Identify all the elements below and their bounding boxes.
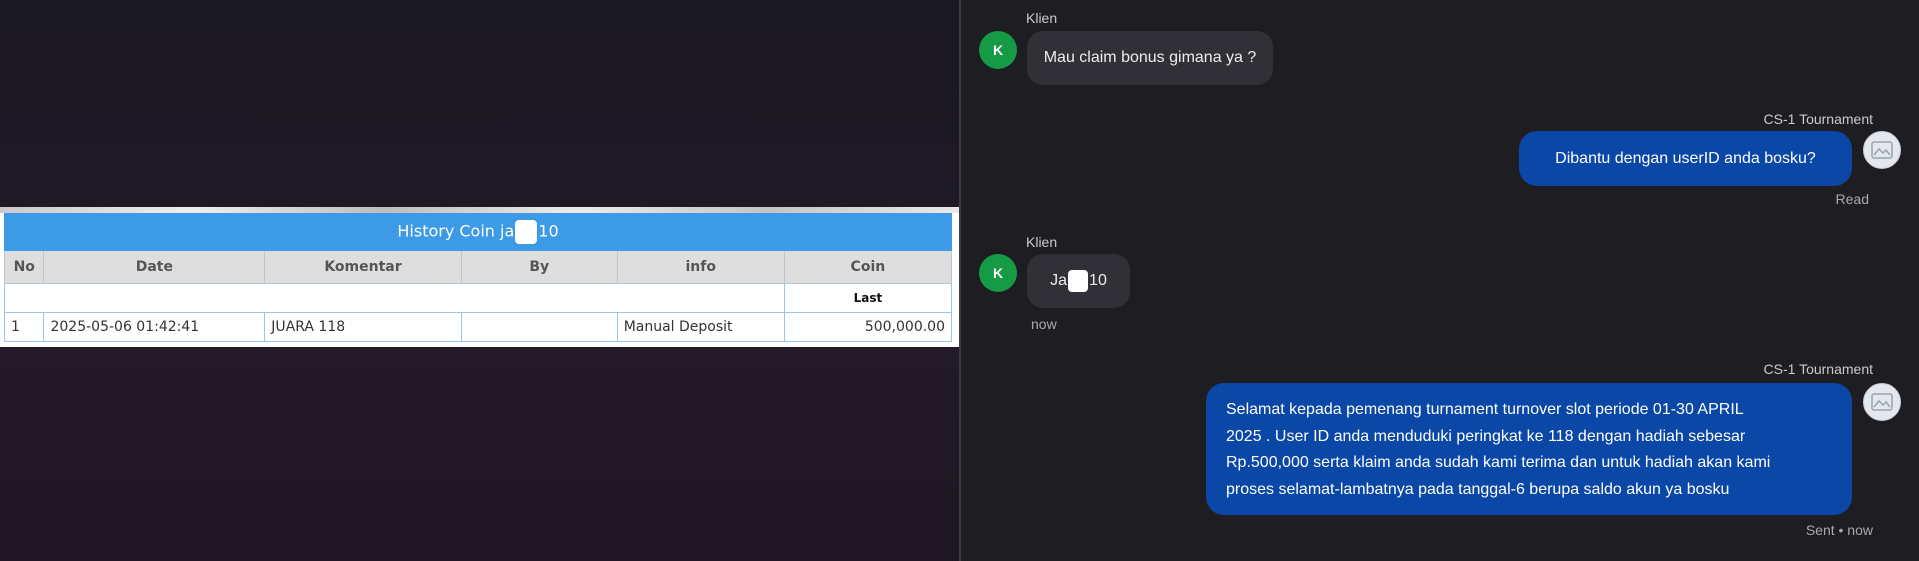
- message-status: Sent • now: [1805, 522, 1873, 538]
- left-pane: History Coin ja 10 No Date Komentar By in…: [0, 0, 959, 561]
- column-header-no[interactable]: No: [3, 250, 45, 284]
- message-text-suffix: 10: [1089, 272, 1107, 289]
- message-text-prefix: Ja: [1050, 272, 1068, 289]
- cell-info: Manual Deposit: [616, 312, 785, 342]
- column-header-coin[interactable]: Coin: [783, 250, 953, 284]
- column-header-by[interactable]: By: [460, 250, 618, 284]
- history-title: History Coin ja 10: [4, 213, 952, 251]
- column-header-date[interactable]: Date: [43, 250, 266, 284]
- cell-by: [460, 312, 618, 342]
- agent-avatar: [1863, 131, 1901, 169]
- history-title-suffix: 10: [538, 221, 559, 241]
- redaction-block: [1068, 270, 1089, 292]
- message-time: now: [1031, 316, 1057, 332]
- history-title-prefix: History Coin ja: [397, 221, 515, 241]
- message-line: Rp.500,000 serta klaim anda sudah kami t…: [1226, 454, 1771, 471]
- message-line: Selamat kepada pemenang turnament turnov…: [1226, 401, 1744, 418]
- sender-name: CS-1 Tournament: [1763, 111, 1873, 127]
- message-bubble-incoming: Mau claim bonus gimana ya ?: [1027, 31, 1273, 85]
- mountain-photo-icon: [1871, 141, 1893, 159]
- message-line: 2025 . User ID anda menduduki peringkat …: [1226, 427, 1746, 445]
- last-label: Last: [783, 283, 953, 313]
- column-header-komentar[interactable]: Komentar: [264, 250, 462, 284]
- client-avatar: K: [979, 254, 1017, 292]
- column-header-info[interactable]: info: [616, 250, 785, 284]
- last-row-spacer: [4, 283, 785, 313]
- agent-avatar: [1863, 383, 1901, 421]
- sender-name: Klien: [1026, 10, 1058, 26]
- message-bubble-outgoing: Dibantu dengan userID anda bosku?: [1519, 131, 1852, 186]
- mountain-photo-icon: [1871, 393, 1893, 411]
- cell-date: 2025-05-06 01:42:41: [43, 312, 266, 342]
- cell-coin: 500,000.00: [783, 312, 953, 342]
- history-coin-panel: History Coin ja 10 No Date Komentar By in…: [0, 207, 959, 347]
- history-coin-table: History Coin ja 10 No Date Komentar By in…: [3, 213, 953, 342]
- cell-no: 1: [3, 312, 45, 342]
- table-row: 1 2025-05-06 01:42:41 JUARA 118 Manual D…: [3, 312, 953, 342]
- redaction-block: [515, 220, 538, 244]
- message-line: proses selamat-lambatnya pada tanggal-6 …: [1226, 480, 1730, 498]
- cell-komentar: JUARA 118: [264, 312, 462, 342]
- message-status: Read: [1835, 191, 1869, 207]
- sender-name: Klien: [1026, 234, 1058, 250]
- chat-pane: Klien K Mau claim bonus gimana ya ? CS-1…: [961, 0, 1919, 561]
- message-bubble-outgoing: Selamat kepada pemenang turnament turnov…: [1206, 383, 1852, 515]
- sender-name: CS-1 Tournament: [1763, 361, 1873, 377]
- message-bubble-incoming: Ja 10: [1027, 254, 1130, 308]
- client-avatar: K: [979, 31, 1017, 69]
